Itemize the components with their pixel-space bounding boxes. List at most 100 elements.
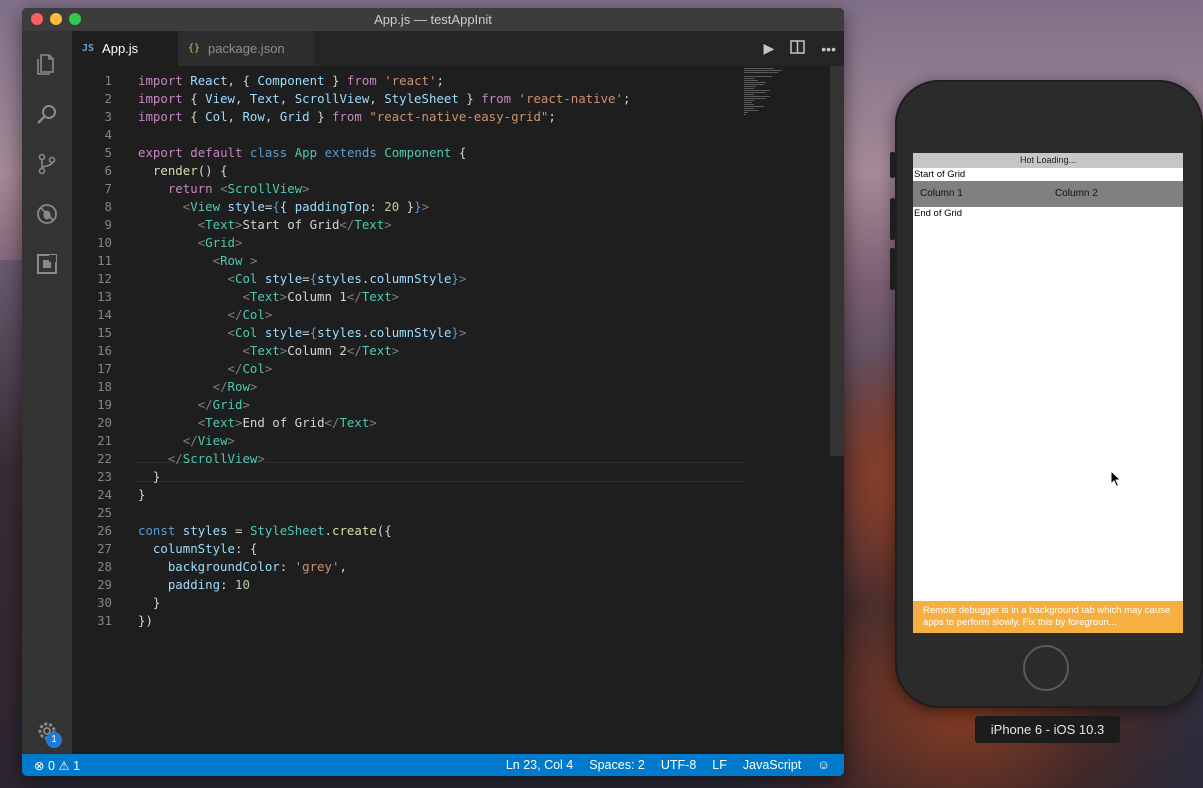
line-number: 26 [97,523,112,538]
code-token: Col [242,307,265,322]
grid-row: Column 1 Column 2 [913,181,1183,207]
code-token: < [220,181,228,196]
code-token: Text [361,289,392,304]
code-token: Text [361,343,392,358]
editor-scrollbar[interactable] [830,66,844,456]
code-token: } [138,487,146,502]
run-icon[interactable]: ▶ [764,40,775,57]
home-button[interactable] [1023,645,1069,691]
code-line: 17 </Col> [72,360,272,378]
debug-icon[interactable] [35,202,59,226]
tab-label: package.json [208,41,285,56]
line-number: 15 [97,325,112,340]
line-number: 17 [97,361,112,376]
line-number: 23 [97,469,112,484]
search-icon[interactable] [35,102,59,126]
simulator-screen[interactable]: Hot Loading... Start of Grid Column 1 Co… [913,153,1183,633]
tab-package-json[interactable]: {} package.json [178,31,314,66]
smiley-icon[interactable]: ☺ [817,758,830,772]
code-token: style [227,199,265,214]
code-token: columnStyle [152,541,235,556]
code-token: { [451,145,467,160]
code-line: 27 columnStyle: { [72,540,257,558]
code-token: </ [346,289,362,304]
code-editor[interactable]: 1 import React, { Component } from 'react… [72,66,844,754]
files-icon[interactable] [35,52,59,76]
code-line: 10 <Grid> [72,234,242,252]
maximize-window-button[interactable] [69,13,81,25]
code-token: > [264,361,273,376]
volume-down-button [890,248,895,290]
line-number: 6 [104,163,112,178]
line-number: 3 [104,109,112,124]
code-token: class [249,145,288,160]
code-token: App [294,145,318,160]
cursor-position[interactable]: Ln 23, Col 4 [506,758,573,772]
code-token: ; [622,91,631,106]
code-token: { [182,109,206,124]
activity-bar: 1 [22,31,72,754]
code-token: styles [182,523,228,538]
code-token: Column 2 [287,343,347,358]
status-bar: ⊗ 0 ⚠ 1 Ln 23, Col 4 Spaces: 2 UTF-8 LF … [22,754,844,776]
code-token: 'grey' [294,559,340,574]
code-line: 13 <Text>Column 1</Text> [72,288,399,306]
minimize-window-button[interactable] [50,13,62,25]
code-token: > [249,253,258,268]
end-of-line[interactable]: LF [712,758,727,772]
error-count: 0 [47,758,55,773]
line-number: 5 [104,145,112,160]
code-token: padding [167,577,221,592]
hot-loading-banner: Hot Loading... [913,153,1183,168]
code-line: 25 [72,504,138,522]
line-number: 27 [97,541,112,556]
grid-column-2: Column 2 [1055,188,1098,199]
code-line: 1 import React, { Component } from 'react… [72,72,444,90]
remote-debugger-warning[interactable]: Remote debugger is in a background tab w… [913,601,1183,633]
code-token: > [249,379,258,394]
code-token: > [421,199,430,214]
line-number: 14 [97,307,112,322]
language-mode[interactable]: JavaScript [743,758,801,772]
code-line: 26 const styles = StyleSheet.create({ [72,522,392,540]
line-number: 7 [104,181,112,196]
code-token: View [190,199,221,214]
code-token: import [138,73,183,88]
code-token: columnStyle [369,271,452,286]
code-token: > [242,397,250,412]
code-token: ScrollView [227,181,303,196]
warning-icon: ⚠ [58,758,70,773]
code-token: render [152,163,198,178]
more-actions-icon[interactable]: ••• [821,41,836,57]
minimap[interactable] [744,68,784,138]
code-token: > [235,235,243,250]
code-token: Grid [212,397,243,412]
code-token: < [227,325,235,340]
code-line: 29 padding: 10 [72,576,250,594]
settings-badge: 1 [46,732,62,748]
source-control-icon[interactable] [35,152,59,176]
code-token: Column 1 [287,289,347,304]
encoding[interactable]: UTF-8 [661,758,696,772]
split-editor-icon[interactable] [790,40,806,57]
code-token: > [302,181,310,196]
line-number: 4 [104,127,112,142]
code-token: </ [227,307,243,322]
close-window-button[interactable] [31,13,43,25]
code-token: , [227,109,243,124]
errors-status[interactable]: ⊗ 0 ⚠ 1 [34,758,80,773]
indentation[interactable]: Spaces: 2 [589,758,645,772]
code-token: Text [354,217,385,232]
warning-count: 1 [73,758,81,773]
code-token: : [369,199,385,214]
line-number: 25 [97,505,112,520]
extensions-icon[interactable] [35,252,59,276]
